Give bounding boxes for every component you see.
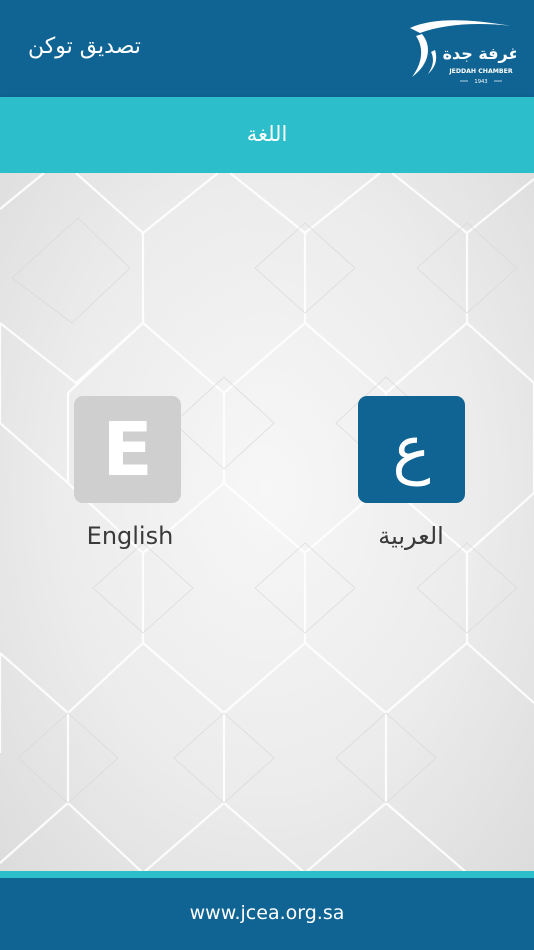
language-selection-area: E English ع العربية	[0, 173, 534, 873]
arabic-language-option[interactable]: ع العربية	[326, 396, 496, 566]
footer-accent-line	[0, 871, 534, 878]
english-label[interactable]: English	[45, 520, 215, 552]
arabic-letter-tile[interactable]: ع	[358, 396, 465, 503]
jeddah-chamber-logo: غرفة جدة JEDDAH CHAMBER 1943	[410, 20, 516, 85]
section-title: اللغة	[246, 122, 288, 146]
footer: www.jcea.org.sa	[0, 878, 534, 950]
svg-text:1943: 1943	[474, 79, 487, 85]
arabic-label[interactable]: العربية	[326, 520, 496, 552]
top-app-bar: تصديق توكن غرفة جدة JEDDAH CHAMBER 1943	[0, 0, 534, 97]
svg-text:JEDDAH CHAMBER: JEDDAH CHAMBER	[448, 68, 513, 75]
section-header: اللغة	[0, 97, 534, 173]
english-language-option[interactable]: E English	[45, 396, 215, 566]
svg-text:غرفة جدة: غرفة جدة	[443, 44, 516, 63]
language-screen: تصديق توكن غرفة جدة JEDDAH CHAMBER 1943 …	[0, 0, 534, 950]
app-title: تصديق توكن	[28, 34, 141, 59]
website-link[interactable]: www.jcea.org.sa	[0, 899, 534, 927]
english-letter-tile[interactable]: E	[74, 396, 181, 503]
